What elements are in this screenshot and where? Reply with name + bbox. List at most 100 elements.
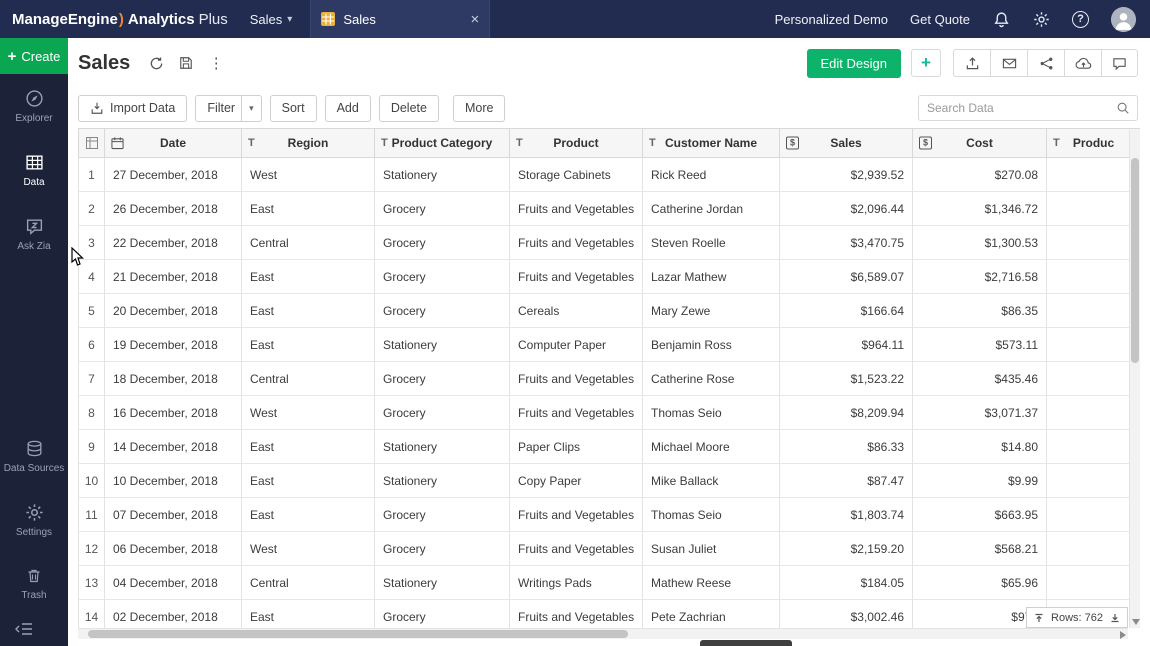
table-cell[interactable]: East xyxy=(242,600,375,629)
table-cell[interactable]: Grocery xyxy=(375,396,510,430)
table-cell[interactable]: $8,209.94 xyxy=(780,396,913,430)
table-cell[interactable]: Fruits and Vegetables xyxy=(510,498,643,532)
table-cell[interactable]: $14.80 xyxy=(913,430,1047,464)
table-cell[interactable]: Mary Zewe xyxy=(643,294,780,328)
table-cell[interactable]: Rick Reed xyxy=(643,158,780,192)
table-cell[interactable]: 02 December, 2018 xyxy=(105,600,242,629)
scroll-right-arrow-icon[interactable] xyxy=(1120,631,1126,639)
column-header-produc[interactable]: T Produc xyxy=(1047,129,1141,158)
add-button[interactable]: Add xyxy=(325,95,371,122)
table-cell[interactable]: $1,346.72 xyxy=(913,192,1047,226)
table-cell[interactable]: $65.96 xyxy=(913,566,1047,600)
select-all-header[interactable] xyxy=(79,129,105,158)
table-cell[interactable]: $86.35 xyxy=(913,294,1047,328)
row-number-cell[interactable]: 1 xyxy=(79,158,105,192)
table-cell[interactable]: Writings Pads xyxy=(510,566,643,600)
row-number-cell[interactable]: 14 xyxy=(79,600,105,629)
table-cell[interactable]: Mathew Reese xyxy=(643,566,780,600)
table-cell[interactable]: Stationery xyxy=(375,430,510,464)
table-cell[interactable]: West xyxy=(242,396,375,430)
vertical-scrollbar-thumb[interactable] xyxy=(1131,158,1139,363)
filter-dropdown-caret[interactable]: ▾ xyxy=(241,96,261,121)
table-cell[interactable] xyxy=(1047,226,1141,260)
table-cell[interactable]: $2,716.58 xyxy=(913,260,1047,294)
table-cell[interactable]: Fruits and Vegetables xyxy=(510,192,643,226)
get-quote-link[interactable]: Get Quote xyxy=(910,12,970,27)
table-cell[interactable]: Thomas Seio xyxy=(643,498,780,532)
import-data-button[interactable]: Import Data xyxy=(78,95,187,122)
sidebar-item-data[interactable]: Data xyxy=(0,138,68,202)
table-cell[interactable]: Central xyxy=(242,566,375,600)
sidebar-item-ask-zia[interactable]: Ask Zia xyxy=(0,202,68,266)
table-cell[interactable]: Fruits and Vegetables xyxy=(510,226,643,260)
create-button[interactable]: + Create xyxy=(0,38,68,74)
table-cell[interactable]: Grocery xyxy=(375,226,510,260)
table-cell[interactable]: 21 December, 2018 xyxy=(105,260,242,294)
row-number-cell[interactable]: 3 xyxy=(79,226,105,260)
column-header-cost[interactable]: $ Cost xyxy=(913,129,1047,158)
column-header-date[interactable]: Date xyxy=(105,129,242,158)
bell-icon[interactable] xyxy=(992,10,1010,28)
refresh-icon[interactable] xyxy=(144,51,168,75)
column-header-sales[interactable]: $ Sales xyxy=(780,129,913,158)
table-cell[interactable]: 27 December, 2018 xyxy=(105,158,242,192)
table-cell[interactable]: 07 December, 2018 xyxy=(105,498,242,532)
table-cell[interactable]: 18 December, 2018 xyxy=(105,362,242,396)
table-cell[interactable]: Catherine Rose xyxy=(643,362,780,396)
table-cell[interactable]: $573.11 xyxy=(913,328,1047,362)
sort-button[interactable]: Sort xyxy=(270,95,317,122)
table-cell[interactable]: Stationery xyxy=(375,158,510,192)
table-cell[interactable] xyxy=(1047,158,1141,192)
table-cell[interactable]: $1,300.53 xyxy=(913,226,1047,260)
table-cell[interactable]: Grocery xyxy=(375,192,510,226)
row-number-cell[interactable]: 8 xyxy=(79,396,105,430)
table-cell[interactable]: West xyxy=(242,532,375,566)
table-cell[interactable]: Catherine Jordan xyxy=(643,192,780,226)
table-cell[interactable]: 19 December, 2018 xyxy=(105,328,242,362)
table-cell[interactable]: Benjamin Ross xyxy=(643,328,780,362)
table-cell[interactable]: Lazar Mathew xyxy=(643,260,780,294)
avatar[interactable] xyxy=(1111,7,1136,32)
table-cell[interactable]: Grocery xyxy=(375,260,510,294)
table-cell[interactable]: Fruits and Vegetables xyxy=(510,396,643,430)
add-view-button[interactable]: + xyxy=(911,49,941,77)
table-cell[interactable]: Grocery xyxy=(375,498,510,532)
table-cell[interactable] xyxy=(1047,566,1141,600)
table-cell[interactable] xyxy=(1047,464,1141,498)
table-cell[interactable] xyxy=(1047,430,1141,464)
table-cell[interactable]: 10 December, 2018 xyxy=(105,464,242,498)
row-number-cell[interactable]: 5 xyxy=(79,294,105,328)
table-cell[interactable]: Stationery xyxy=(375,464,510,498)
table-cell[interactable]: $3,002.46 xyxy=(780,600,913,629)
table-cell[interactable]: East xyxy=(242,192,375,226)
table-cell[interactable]: $6,589.07 xyxy=(780,260,913,294)
help-icon[interactable]: ? xyxy=(1072,11,1089,28)
export-button[interactable] xyxy=(953,49,990,77)
table-cell[interactable]: Michael Moore xyxy=(643,430,780,464)
table-cell[interactable]: Fruits and Vegetables xyxy=(510,600,643,629)
table-cell[interactable]: $964.11 xyxy=(780,328,913,362)
table-cell[interactable]: Paper Clips xyxy=(510,430,643,464)
table-cell[interactable]: East xyxy=(242,328,375,362)
row-number-cell[interactable]: 9 xyxy=(79,430,105,464)
search-input[interactable] xyxy=(919,101,1116,115)
table-cell[interactable]: Grocery xyxy=(375,532,510,566)
table-cell[interactable]: $87.47 xyxy=(780,464,913,498)
row-number-cell[interactable]: 13 xyxy=(79,566,105,600)
table-cell[interactable] xyxy=(1047,498,1141,532)
table-cell[interactable]: Steven Roelle xyxy=(643,226,780,260)
sidebar-collapse-button[interactable] xyxy=(0,616,68,642)
sidebar-item-trash[interactable]: Trash xyxy=(0,552,68,616)
table-cell[interactable]: 16 December, 2018 xyxy=(105,396,242,430)
row-number-cell[interactable]: 11 xyxy=(79,498,105,532)
table-cell[interactable]: 06 December, 2018 xyxy=(105,532,242,566)
row-number-cell[interactable]: 10 xyxy=(79,464,105,498)
table-cell[interactable]: $184.05 xyxy=(780,566,913,600)
table-cell[interactable]: $270.08 xyxy=(913,158,1047,192)
table-cell[interactable]: East xyxy=(242,464,375,498)
row-number-cell[interactable]: 4 xyxy=(79,260,105,294)
table-cell[interactable]: Storage Cabinets xyxy=(510,158,643,192)
table-cell[interactable]: Fruits and Vegetables xyxy=(510,362,643,396)
table-cell[interactable]: 26 December, 2018 xyxy=(105,192,242,226)
sidebar-item-settings[interactable]: Settings xyxy=(0,488,68,552)
